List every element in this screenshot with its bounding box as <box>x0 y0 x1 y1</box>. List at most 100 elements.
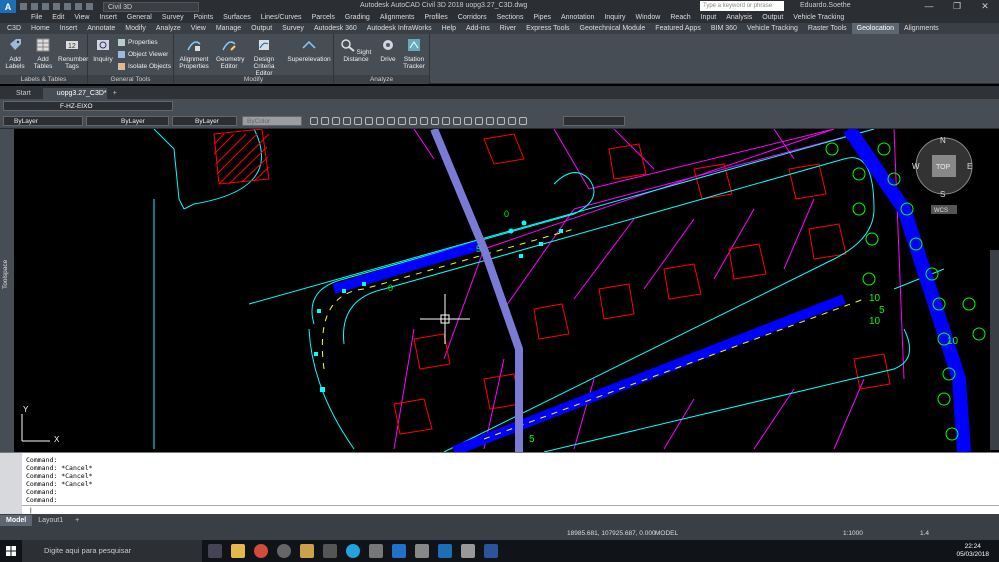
menu-parcels[interactable]: Parcels <box>307 13 340 23</box>
layer-select[interactable]: F-HZ-EIXO <box>3 101 173 111</box>
menu-edit[interactable]: Edit <box>47 13 69 23</box>
menu-sections[interactable]: Sections <box>492 13 529 23</box>
tab-autodesk-infraworks[interactable]: Autodesk InfraWorks <box>362 23 437 34</box>
menu-grading[interactable]: Grading <box>340 13 375 23</box>
hatch-icon[interactable] <box>365 117 373 125</box>
tab-analyze[interactable]: Analyze <box>151 23 186 34</box>
tab-geolocation[interactable]: Geolocation <box>851 23 900 34</box>
move-icon[interactable] <box>387 117 395 125</box>
erase-icon[interactable] <box>497 117 505 125</box>
rotate-icon[interactable] <box>409 117 417 125</box>
tab-survey[interactable]: Survey <box>277 23 309 34</box>
menu-annotation[interactable]: Annotation <box>556 13 599 23</box>
model-space-toggle[interactable]: MODEL <box>655 530 678 537</box>
autocad-icon[interactable] <box>438 544 452 558</box>
fillet-icon[interactable] <box>475 117 483 125</box>
linetype-select[interactable]: ByLayer <box>86 116 169 126</box>
color-select[interactable]: ByLayer <box>3 116 83 126</box>
onenote-icon[interactable] <box>461 544 475 558</box>
minimize-button[interactable]: — <box>915 0 943 13</box>
tab-river[interactable]: River <box>495 23 521 34</box>
new-icon[interactable] <box>20 3 27 10</box>
menu-insert[interactable]: Insert <box>94 13 122 23</box>
save-icon[interactable] <box>42 3 49 10</box>
tab-bim-360[interactable]: BIM 360 <box>706 23 742 34</box>
undo-icon[interactable] <box>75 3 82 10</box>
explode-icon[interactable] <box>486 117 494 125</box>
calculator-icon[interactable] <box>369 544 383 558</box>
media-icon[interactable] <box>277 544 291 558</box>
sight-distance-button[interactable]: Sight Distance <box>336 38 376 63</box>
rectangle-icon[interactable] <box>354 117 362 125</box>
tab-geotechnical-module[interactable]: Geotechnical Module <box>575 23 651 34</box>
layout-tab-layout1[interactable]: Layout1 <box>32 515 69 526</box>
alignment-properties-button[interactable]: Alignment Properties <box>176 38 212 70</box>
viewcube[interactable]: TOP N S E W WCS <box>912 136 973 214</box>
layout-tab-model[interactable]: Model <box>0 515 33 526</box>
start-button[interactable] <box>0 540 22 562</box>
tab-autodesk-360[interactable]: Autodesk 360 <box>309 23 362 34</box>
tab-alignments[interactable]: Alignments <box>899 23 944 34</box>
superelevation-button[interactable]: Superelevation <box>286 38 332 63</box>
menu-general[interactable]: General <box>122 13 157 23</box>
menu-inquiry[interactable]: Inquiry <box>599 13 630 23</box>
menu-window[interactable]: Window <box>630 13 665 23</box>
menu-reach[interactable]: Reach <box>665 13 695 23</box>
outlook-icon[interactable] <box>392 544 406 558</box>
saveas-icon[interactable] <box>53 3 60 10</box>
skype-icon[interactable] <box>346 544 360 558</box>
insert-icon[interactable] <box>519 117 527 125</box>
coordinates-readout[interactable]: 18985.681, 107925.687, 0.000 <box>567 530 656 537</box>
menu-corridors[interactable]: Corridors <box>453 13 492 23</box>
trim-icon[interactable] <box>442 117 450 125</box>
layout-tab--[interactable]: + <box>69 515 85 526</box>
extend-icon[interactable] <box>453 117 461 125</box>
extra-select[interactable] <box>563 116 625 126</box>
menu-surfaces[interactable]: Surfaces <box>218 13 256 23</box>
user-account[interactable]: Eduardo.Soethe <box>800 2 851 9</box>
offset-icon[interactable] <box>464 117 472 125</box>
mirror-icon[interactable] <box>431 117 439 125</box>
menu-lines-curves[interactable]: Lines/Curves <box>256 13 307 23</box>
isolate-objects-button[interactable]: Isolate Objects <box>118 63 171 70</box>
tab-add-ins[interactable]: Add-ins <box>461 23 495 34</box>
menu-output[interactable]: Output <box>757 13 788 23</box>
app-logo[interactable]: A <box>0 0 16 13</box>
geometry-editor-button[interactable]: Geometry Editor <box>216 38 245 70</box>
circle-icon[interactable] <box>343 117 351 125</box>
maximize-button[interactable]: ❐ <box>943 0 971 13</box>
task-view-icon[interactable] <box>208 544 222 558</box>
design-criteria-editor-button[interactable]: Design Criteria Editor <box>246 38 282 77</box>
properties-button[interactable]: Properties <box>118 39 158 46</box>
taskbar-search[interactable]: Digite aqui para pesquisar <box>22 540 202 562</box>
tab-modify[interactable]: Modify <box>120 23 151 34</box>
open-icon[interactable] <box>31 3 38 10</box>
menu-pipes[interactable]: Pipes <box>528 13 556 23</box>
inquiry-button[interactable]: Inquiry <box>90 38 116 63</box>
add-tables-button[interactable]: Add Tables <box>30 38 56 70</box>
menu-file[interactable]: File <box>26 13 47 23</box>
chrome-icon[interactable] <box>254 544 268 558</box>
tab-raster-tools[interactable]: Raster Tools <box>803 23 852 34</box>
tab-home[interactable]: Home <box>26 23 55 34</box>
tab-view[interactable]: View <box>186 23 211 34</box>
line-icon[interactable] <box>310 117 318 125</box>
photos-icon[interactable] <box>415 544 429 558</box>
arc-icon[interactable] <box>332 117 340 125</box>
menu-alignments[interactable]: Alignments <box>375 13 420 23</box>
close-button[interactable]: ✕ <box>971 0 999 13</box>
menu-profiles[interactable]: Profiles <box>419 13 452 23</box>
new-tab-button[interactable]: + <box>109 88 121 99</box>
annotation-scale[interactable]: 1:1000 <box>843 530 863 537</box>
station-tracker-button[interactable]: Station Tracker <box>400 38 428 70</box>
lineweight-select[interactable]: ByLayer <box>172 116 237 126</box>
tab-express-tools[interactable]: Express Tools <box>521 23 574 34</box>
menu-analysis[interactable]: Analysis <box>721 13 757 23</box>
system-clock[interactable]: 22:24 05/03/2018 <box>956 543 989 559</box>
tab-output[interactable]: Output <box>246 23 277 34</box>
copy-icon[interactable] <box>398 117 406 125</box>
drawing-canvas[interactable]: 0 5 0 10 5 10 10 5 X Y TOP N S E W WCS <box>14 129 999 452</box>
help-search-input[interactable]: Type a keyword or phrase <box>700 1 784 11</box>
tab-drawing[interactable]: uopg3.27_C3D* <box>42 88 107 99</box>
object-viewer-button[interactable]: Object Viewer <box>118 51 168 58</box>
